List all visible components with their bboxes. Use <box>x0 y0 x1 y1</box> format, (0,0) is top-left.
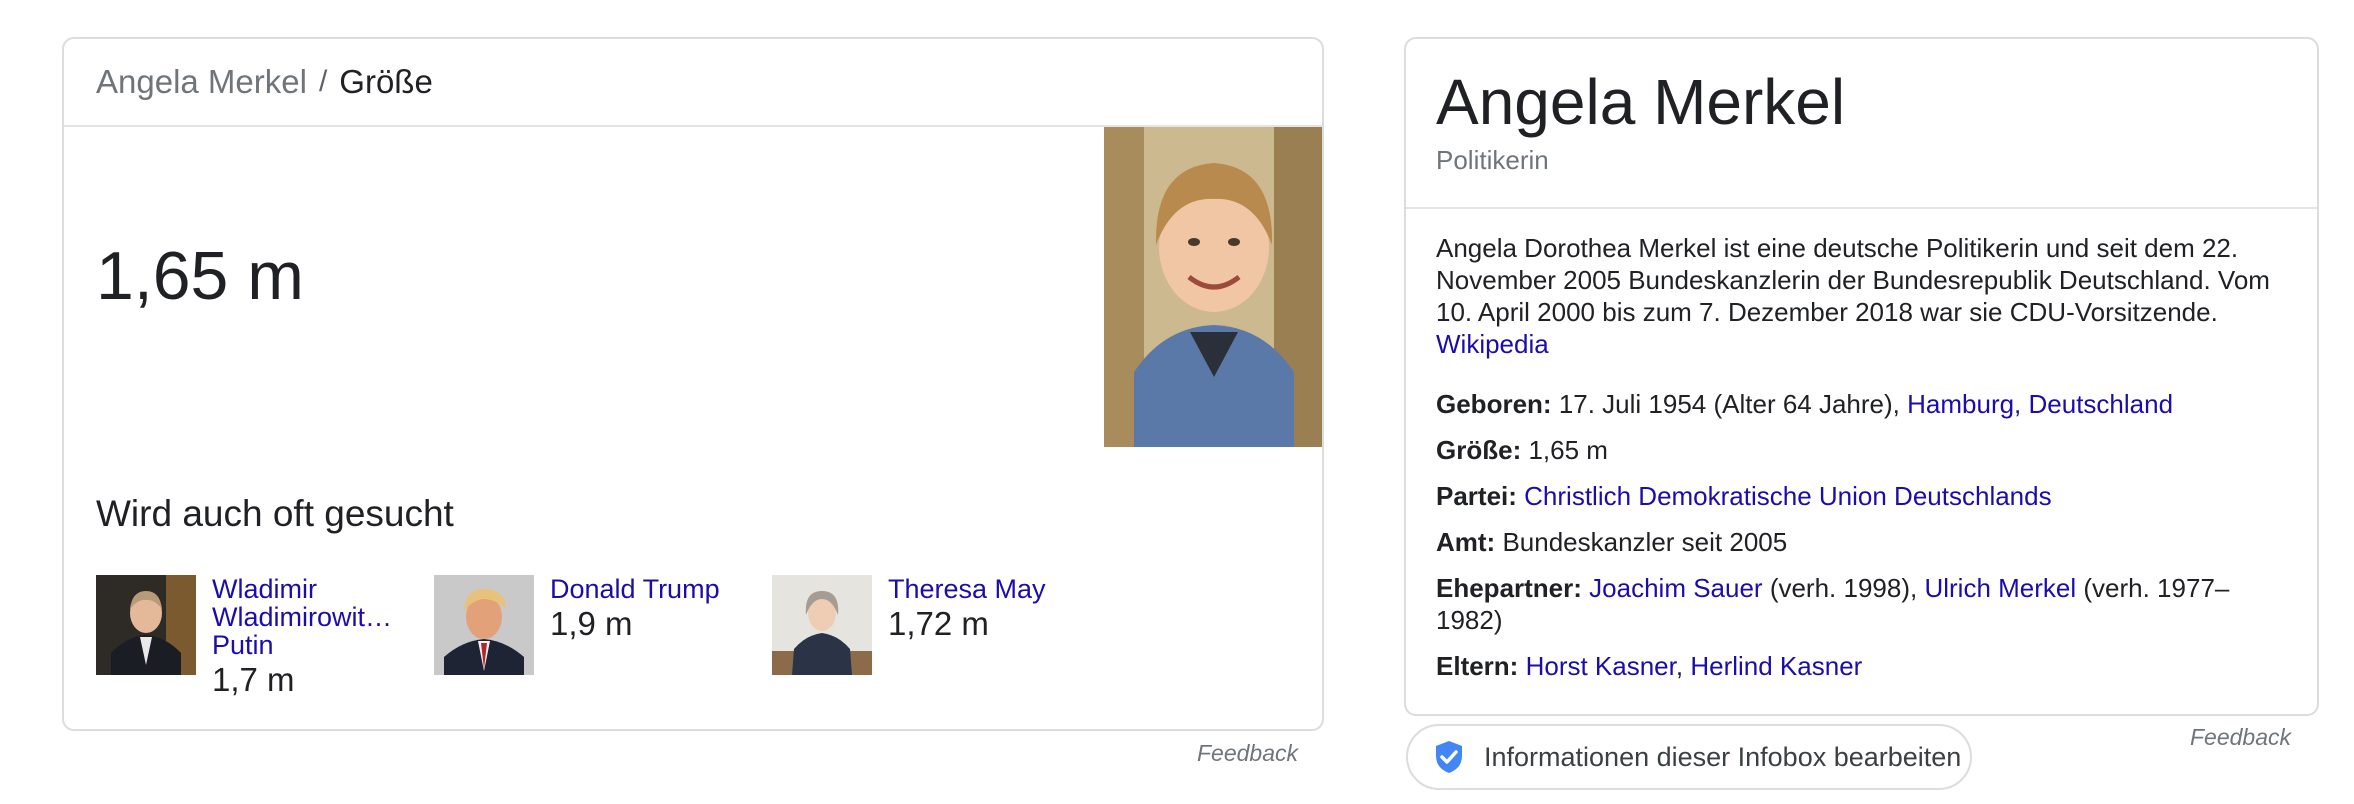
spouse-link[interactable]: Joachim Sauer <box>1589 573 1762 603</box>
related-name-line[interactable]: Putin <box>212 631 382 659</box>
related-entity-may[interactable]: Theresa May 1,72 m <box>772 575 1046 675</box>
fact-separator: , <box>1675 651 1684 681</box>
fact-value: 17. Juli 1954 (Alter 64 Jahre), <box>1558 389 1900 419</box>
related-value: 1,7 m <box>212 661 295 698</box>
knowledge-panel-feedback-link[interactable]: Feedback <box>2190 724 2291 751</box>
knowledge-panel-header: Angela Merkel Politikerin <box>1406 39 2317 209</box>
knowledge-panel-facts: Geboren: 17. Juli 1954 (Alter 64 Jahre),… <box>1436 388 2286 696</box>
wikipedia-link[interactable]: Wikipedia <box>1436 329 1549 359</box>
breadcrumb: Angela Merkel / Größe <box>64 39 1322 127</box>
description-text: Angela Dorothea Merkel ist eine deutsche… <box>1436 233 2270 327</box>
related-thumbnail[interactable] <box>434 575 534 675</box>
fact-label: Eltern: <box>1436 651 1519 681</box>
spouse-link[interactable]: Ulrich Merkel <box>1924 573 2076 603</box>
fact-value: Bundeskanzler seit 2005 <box>1502 527 1788 557</box>
answer-feedback-link[interactable]: Feedback <box>1197 740 1298 767</box>
related-value: 1,9 m <box>550 605 633 642</box>
fact-label: Geboren: <box>1436 389 1552 419</box>
fact-value: 1,65 m <box>1528 435 1608 465</box>
shield-check-icon <box>1434 740 1464 774</box>
related-thumbnail[interactable] <box>96 575 196 675</box>
birthplace-link[interactable]: Hamburg, Deutschland <box>1907 389 2173 419</box>
edit-infobox-button[interactable]: Informationen dieser Infobox bearbeiten <box>1406 724 1972 790</box>
fact-height: Größe: 1,65 m <box>1436 434 2286 466</box>
related-entity-putin[interactable]: Wladimir Wladimirowit… Putin 1,7 m <box>96 575 392 699</box>
related-name[interactable]: Wladimir Wladimirowit… Putin <box>212 575 392 659</box>
related-name[interactable]: Donald Trump <box>550 575 720 603</box>
related-thumbnail[interactable] <box>772 575 872 675</box>
answer-body: 1,65 m <box>64 127 1322 447</box>
parent-link[interactable]: Horst Kasner <box>1526 651 1676 681</box>
fact-born: Geboren: 17. Juli 1954 (Alter 64 Jahre),… <box>1436 388 2286 420</box>
fact-label: Größe: <box>1436 435 1522 465</box>
fact-label: Partei: <box>1436 481 1517 511</box>
fact-value: (verh. 1998), <box>1769 573 1918 603</box>
breadcrumb-entity-link[interactable]: Angela Merkel <box>96 63 307 101</box>
edit-infobox-label[interactable]: Informationen dieser Infobox bearbeiten <box>1484 742 1961 773</box>
entity-portrait-image[interactable] <box>1104 127 1322 447</box>
party-link[interactable]: Christlich Demokratische Union Deutschla… <box>1524 481 2051 511</box>
related-entity-trump[interactable]: Donald Trump 1,9 m <box>434 575 720 675</box>
also-searched-title: Wird auch oft gesucht <box>96 493 454 534</box>
breadcrumb-separator: / <box>318 65 328 98</box>
fact-label: Ehepartner: <box>1436 573 1582 603</box>
knowledge-panel-description: Angela Dorothea Merkel ist eine deutsche… <box>1436 232 2286 360</box>
answer-value: 1,65 m <box>96 238 304 314</box>
fact-office: Amt: Bundeskanzler seit 2005 <box>1436 526 2286 558</box>
related-name-line[interactable]: Wladimir <box>212 575 382 603</box>
related-name[interactable]: Theresa May <box>888 575 1046 603</box>
fact-label: Amt: <box>1436 527 1496 557</box>
breadcrumb-attribute: Größe <box>339 63 433 100</box>
knowledge-panel: Angela Merkel Politikerin Angela Dorothe… <box>1404 37 2319 716</box>
parent-link[interactable]: Herlind Kasner <box>1690 651 1862 681</box>
fact-parents: Eltern: Horst Kasner, Herlind Kasner <box>1436 650 2286 682</box>
knowledge-panel-subtitle: Politikerin <box>1436 145 1549 175</box>
fact-spouse: Ehepartner: Joachim Sauer (verh. 1998), … <box>1436 572 2286 636</box>
fact-party: Partei: Christlich Demokratische Union D… <box>1436 480 2286 512</box>
related-value: 1,72 m <box>888 605 989 642</box>
related-name-line[interactable]: Wladimirowit… <box>212 603 392 631</box>
height-answer-card: Angela Merkel / Größe 1,65 m Wird auch o… <box>62 37 1324 731</box>
knowledge-panel-title: Angela Merkel <box>1436 66 1846 138</box>
